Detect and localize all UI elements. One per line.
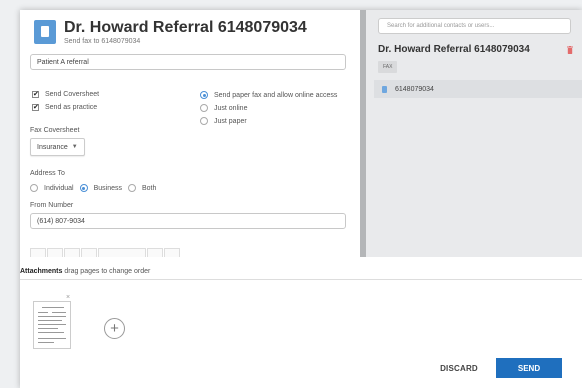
checkmark-icon: ✔ bbox=[32, 104, 39, 111]
send-coversheet-checkbox[interactable]: ✔ Send Coversheet bbox=[32, 91, 99, 98]
just-online-label: Just online bbox=[214, 104, 248, 112]
send-button[interactable]: SEND bbox=[496, 358, 562, 378]
coversheet-value: Insurance bbox=[37, 143, 68, 151]
fax-form-pane: Dr. Howard Referral 6148079034 Send fax … bbox=[20, 10, 356, 257]
just-paper-label: Just paper bbox=[214, 117, 247, 125]
radio-both[interactable]: Both bbox=[127, 184, 157, 192]
individual-label: Individual bbox=[44, 184, 74, 192]
send-as-practice-label: Send as practice bbox=[45, 104, 98, 111]
divider bbox=[20, 279, 582, 280]
coversheet-label: Fax Coversheet bbox=[30, 127, 80, 134]
attachments-title: Attachments drag pages to change order bbox=[20, 268, 151, 275]
toolbar-button[interactable] bbox=[98, 248, 146, 257]
both-label: Both bbox=[141, 184, 157, 192]
radio-paper-and-online[interactable]: Send paper fax and allow online access bbox=[200, 91, 337, 99]
contact-search-input[interactable]: Search for additional contacts or users.… bbox=[378, 18, 571, 34]
radio-icon bbox=[200, 117, 208, 125]
recipient-fax-row[interactable]: 6148079034 bbox=[374, 80, 582, 98]
radio-just-online[interactable]: Just online bbox=[200, 104, 247, 112]
radio-business[interactable]: Business bbox=[79, 184, 122, 192]
toolbar-button[interactable] bbox=[164, 248, 180, 257]
trash-icon[interactable] bbox=[567, 46, 573, 54]
radio-selected-icon bbox=[79, 184, 88, 192]
page-subtitle: Send fax to 6148079034 bbox=[64, 38, 141, 45]
coversheet-select[interactable]: Insurance ▼ bbox=[30, 138, 85, 156]
chevron-down-icon: ▼ bbox=[71, 144, 78, 150]
fax-doc-icon bbox=[34, 20, 56, 44]
from-number-input[interactable]: (614) 807-9034 bbox=[30, 213, 346, 229]
paper-and-online-label: Send paper fax and allow online access bbox=[214, 91, 338, 99]
toolbar-button[interactable] bbox=[64, 248, 80, 257]
radio-icon bbox=[30, 184, 38, 192]
subject-input[interactable]: Patient A referral bbox=[30, 54, 346, 70]
toolbar-button[interactable] bbox=[147, 248, 163, 257]
document-icon bbox=[382, 85, 387, 93]
editor-toolbar bbox=[30, 248, 181, 257]
recipient-name: Dr. Howard Referral 6148079034 bbox=[378, 44, 530, 55]
send-as-practice-checkbox[interactable]: ✔ Send as practice bbox=[32, 104, 97, 111]
send-coversheet-label: Send Coversheet bbox=[45, 91, 100, 98]
recipient-fax-number: 6148079034 bbox=[395, 85, 434, 93]
radio-just-paper[interactable]: Just paper bbox=[200, 117, 247, 125]
page-title: Dr. Howard Referral 6148079034 bbox=[64, 19, 307, 36]
discard-button[interactable]: DISCARD bbox=[426, 358, 492, 378]
plus-circle-icon[interactable]: + bbox=[104, 318, 125, 339]
address-to-label: Address To bbox=[30, 170, 65, 177]
toolbar-button[interactable] bbox=[30, 248, 46, 257]
radio-icon bbox=[127, 184, 136, 192]
toolbar-button[interactable] bbox=[81, 248, 97, 257]
radio-selected-icon bbox=[200, 91, 208, 99]
address-to-group: Individual Business Both bbox=[30, 184, 162, 192]
checkmark-icon: ✔ bbox=[32, 91, 39, 98]
radio-icon bbox=[200, 104, 208, 112]
fax-badge: FAX bbox=[378, 61, 398, 73]
close-icon[interactable]: × bbox=[66, 294, 70, 301]
send-fax-dialog: Dr. Howard Referral 6148079034 Send fax … bbox=[20, 10, 582, 388]
attachment-thumbnail[interactable] bbox=[33, 301, 71, 349]
recipients-pane: Search for additional contacts or users.… bbox=[366, 10, 582, 257]
radio-individual[interactable]: Individual bbox=[30, 184, 74, 192]
from-number-label: From Number bbox=[30, 202, 74, 209]
toolbar-button[interactable] bbox=[47, 248, 63, 257]
business-label: Business bbox=[93, 184, 122, 192]
